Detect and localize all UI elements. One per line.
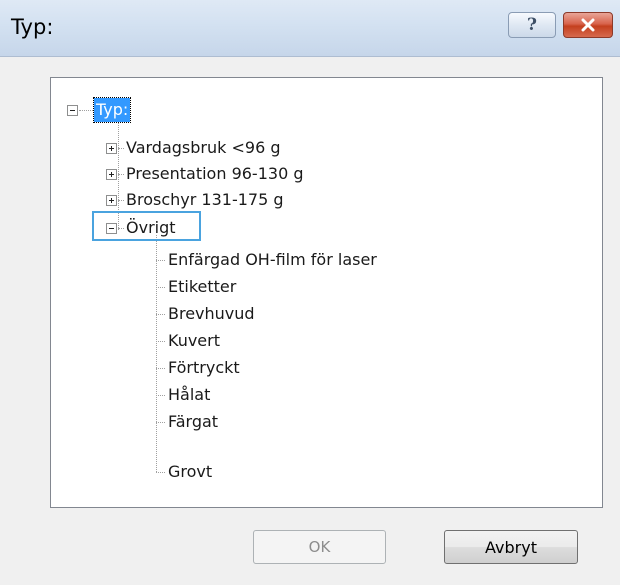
collapse-icon[interactable] [67, 105, 78, 116]
title-bar[interactable]: Typ: ? [0, 0, 620, 57]
tree-connector [156, 395, 165, 396]
tree-connector [118, 148, 124, 149]
close-button[interactable] [563, 12, 613, 38]
expand-icon[interactable] [106, 195, 117, 206]
tree-connector [118, 174, 124, 175]
tree-item-label: Typ: [92, 97, 132, 123]
cancel-button[interactable]: Avbryt [444, 530, 578, 564]
tree-connector [156, 287, 165, 288]
question-mark-icon: ? [527, 15, 537, 35]
tree-item-label: Kuvert [168, 331, 220, 350]
expand-icon[interactable] [106, 169, 117, 180]
tree-item-label: Grovt [168, 462, 213, 481]
tree-connector [156, 368, 165, 369]
tree-connector [156, 260, 165, 261]
tree-connector [156, 314, 165, 315]
tree-item-label: Enfärgad OH-film för laser [168, 250, 377, 269]
tree-connector [156, 422, 165, 423]
cancel-button-label: Avbryt [485, 537, 537, 557]
tree-item-label: Etiketter [168, 277, 237, 296]
tree-connector [118, 200, 124, 201]
help-button[interactable]: ? [508, 12, 556, 38]
expand-icon[interactable] [106, 143, 117, 154]
dialog-window: Typ: ? Typ: Vardagsbruk <96 g Presentati… [0, 0, 620, 585]
close-icon [581, 18, 595, 32]
tree-item-label: Förtryckt [168, 358, 240, 377]
tree-item-label: Broschyr 131-175 g [126, 190, 284, 209]
ok-button-label: OK [308, 538, 331, 556]
window-title: Typ: [11, 15, 54, 39]
tree-connector [79, 110, 93, 111]
focus-highlight [92, 211, 201, 241]
tree-item-label: Färgat [168, 412, 219, 431]
tree-connector [156, 472, 165, 473]
tree-item-label: Presentation 96-130 g [126, 164, 304, 183]
paper-type-tree[interactable]: Typ: Vardagsbruk <96 g Presentation 96-1… [50, 77, 603, 508]
ok-button[interactable]: OK [253, 530, 386, 564]
tree-item-label: Brevhuvud [168, 304, 255, 323]
tree-connector [156, 341, 165, 342]
tree-connector [156, 235, 157, 472]
tree-item-label: Vardagsbruk <96 g [126, 138, 281, 157]
tree-item-label: Hålat [168, 385, 211, 404]
